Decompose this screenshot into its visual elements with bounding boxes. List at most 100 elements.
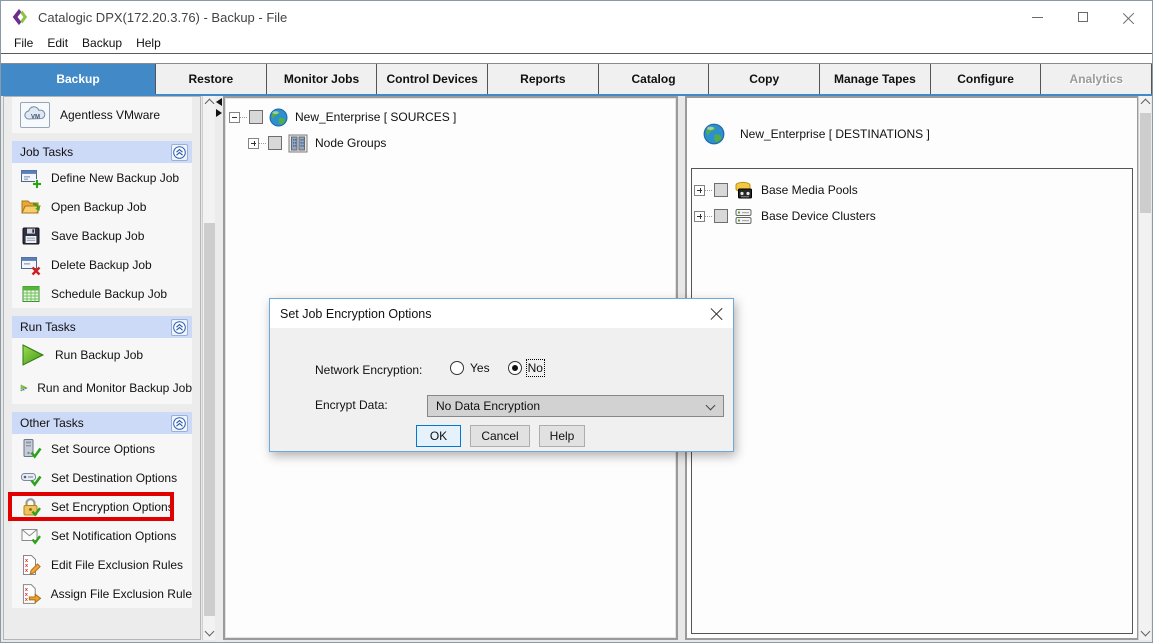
sidebar-scrollbar[interactable] <box>202 96 215 640</box>
scroll-down-icon[interactable] <box>205 627 215 637</box>
destinations-panel: New_Enterprise [ DESTINATIONS ] <box>685 96 1139 640</box>
tree-label[interactable]: Base Device Clusters <box>761 209 876 223</box>
task-delete-backup-job[interactable]: Delete Backup Job <box>12 250 192 279</box>
cancel-button[interactable]: Cancel <box>470 425 530 447</box>
expand-right-icon[interactable] <box>216 109 222 117</box>
radio-yes-label: Yes <box>470 361 490 375</box>
task-edit-file-exclusion-rules[interactable]: x x x Edit File Exclusion Rules <box>12 550 192 579</box>
menu-backup[interactable]: Backup <box>75 34 129 52</box>
radio-option-yes[interactable]: Yes <box>450 361 490 375</box>
task-assign-file-exclusion-rule[interactable]: x x x Assign File Exclusion Rule <box>12 579 192 608</box>
globe-icon <box>703 123 725 145</box>
task-schedule-backup-job[interactable]: Schedule Backup Job <box>12 279 192 308</box>
destinations-root-label[interactable]: New_Enterprise [ DESTINATIONS ] <box>740 127 930 141</box>
scroll-up-icon[interactable] <box>1141 99 1151 109</box>
menu-edit[interactable]: Edit <box>40 34 75 52</box>
task-run-backup-job[interactable]: Run Backup Job <box>12 338 192 371</box>
application-window: Catalogic DPX(172.20.3.76) - Backup - Fi… <box>0 0 1153 643</box>
task-run-and-monitor-backup-job[interactable]: Run and Monitor Backup Job <box>12 371 192 404</box>
tree-row-node-groups[interactable]: Node Groups <box>229 130 676 156</box>
node-groups-checkbox[interactable] <box>268 136 282 150</box>
expand-expander-icon[interactable] <box>248 138 259 149</box>
network-encryption-radio-group: Yes No <box>450 361 543 375</box>
tab-backup[interactable]: Backup <box>1 64 156 94</box>
collapse-expander-icon[interactable] <box>229 112 240 123</box>
help-button[interactable]: Help <box>539 425 585 447</box>
task-define-new-backup-job[interactable]: Define New Backup Job <box>12 163 192 192</box>
sidebar-item-label: Agentless VMware <box>60 108 160 122</box>
task-set-encryption-options[interactable]: Set Encryption Options <box>12 492 192 521</box>
radio-no-label: No <box>528 361 543 375</box>
close-button[interactable] <box>1106 1 1152 33</box>
minimize-button[interactable] <box>1014 1 1060 33</box>
tab-restore[interactable]: Restore <box>156 64 267 94</box>
scroll-down-icon[interactable] <box>1141 627 1151 637</box>
chevron-down-icon <box>706 401 716 411</box>
sidebar-scrollbar-thumb[interactable] <box>204 223 215 616</box>
tree-row-new-enterprise-sources[interactable]: New_Enterprise [ SOURCES ] <box>229 104 676 130</box>
expand-expander-icon[interactable] <box>694 211 705 222</box>
sidebar-item-agentless-vmware[interactable]: VM Agentless VMware <box>12 97 192 133</box>
dialog-close-icon[interactable] <box>710 307 723 320</box>
network-encryption-label: Network Encryption: <box>315 363 422 377</box>
collapse-section-button[interactable] <box>171 415 188 432</box>
maximize-button[interactable] <box>1060 1 1106 33</box>
radio-yes[interactable] <box>450 361 464 375</box>
tab-control-devices[interactable]: Control Devices <box>377 64 488 94</box>
tree-row-base-device-clusters[interactable]: Base Device Clusters <box>694 203 1132 229</box>
minimize-icon <box>1032 17 1043 18</box>
dialog-title-bar: Set Job Encryption Options <box>270 299 733 328</box>
chevron-double-up-icon <box>173 321 186 334</box>
task-set-notification-options[interactable]: Set Notification Options <box>12 521 192 550</box>
tab-analytics: Analytics <box>1041 64 1152 94</box>
collapse-left-icon[interactable] <box>216 98 222 106</box>
job-tasks-list: Define New Backup Job Open Backup Job <box>12 163 192 308</box>
radio-no[interactable] <box>508 361 522 375</box>
base-media-pools-checkbox[interactable] <box>714 183 728 197</box>
tab-manage-tapes[interactable]: Manage Tapes <box>820 64 931 94</box>
encrypt-data-label: Encrypt Data: <box>315 398 388 412</box>
tab-copy[interactable]: Copy <box>709 64 820 94</box>
menu-bar: File Edit Backup Help <box>1 33 1152 54</box>
tree-row-base-media-pools[interactable]: Base Media Pools <box>694 177 1132 203</box>
section-header-job-tasks: Job Tasks <box>12 141 192 163</box>
encrypt-data-row: Encrypt Data: <box>315 398 388 412</box>
radio-option-no[interactable]: No <box>508 361 543 375</box>
run-tasks-list: Run Backup Job Run and Monitor Backup Jo… <box>12 338 192 404</box>
destinations-scrollbar[interactable] <box>1138 96 1151 640</box>
sources-root-checkbox[interactable] <box>249 110 263 124</box>
task-set-destination-options[interactable]: Set Destination Options <box>12 463 192 492</box>
tab-configure[interactable]: Configure <box>931 64 1042 94</box>
other-tasks-list: Set Source Options Set Destination Optio… <box>12 434 192 608</box>
section-title: Other Tasks <box>20 416 84 430</box>
section-title: Job Tasks <box>20 145 73 159</box>
tree-label[interactable]: New_Enterprise [ SOURCES ] <box>295 110 456 124</box>
menu-file[interactable]: File <box>7 34 40 52</box>
task-open-backup-job[interactable]: Open Backup Job <box>12 192 192 221</box>
scroll-up-icon[interactable] <box>205 99 215 109</box>
edit-file-exclusion-rules-icon: x x x <box>20 554 42 576</box>
section-header-run-tasks: Run Tasks <box>12 316 192 338</box>
base-device-clusters-checkbox[interactable] <box>714 209 728 223</box>
set-notification-options-icon <box>20 525 42 547</box>
expand-expander-icon[interactable] <box>694 185 705 196</box>
tree-label[interactable]: Base Media Pools <box>761 183 858 197</box>
menu-help[interactable]: Help <box>129 34 168 52</box>
task-set-source-options[interactable]: Set Source Options <box>12 434 192 463</box>
tab-catalog[interactable]: Catalog <box>599 64 710 94</box>
agentless-vmware-icon: VM <box>20 102 50 128</box>
collapse-section-button[interactable] <box>171 144 188 161</box>
delete-backup-job-icon <box>20 254 42 276</box>
collapse-section-button[interactable] <box>171 319 188 336</box>
save-backup-job-icon <box>20 225 42 247</box>
tab-reports[interactable]: Reports <box>488 64 599 94</box>
destinations-scrollbar-thumb[interactable] <box>1140 113 1151 213</box>
task-sidebar: VM Agentless VMware Job Tasks <box>3 96 201 640</box>
ok-button[interactable]: OK <box>416 425 461 447</box>
tree-label[interactable]: Node Groups <box>315 136 386 150</box>
assign-file-exclusion-rule-icon: x x x <box>20 583 42 605</box>
task-save-backup-job[interactable]: Save Backup Job <box>12 221 192 250</box>
tab-monitor-jobs[interactable]: Monitor Jobs <box>267 64 378 94</box>
panel-splitter[interactable] <box>215 96 223 642</box>
encrypt-data-dropdown[interactable]: No Data Encryption <box>427 395 724 417</box>
